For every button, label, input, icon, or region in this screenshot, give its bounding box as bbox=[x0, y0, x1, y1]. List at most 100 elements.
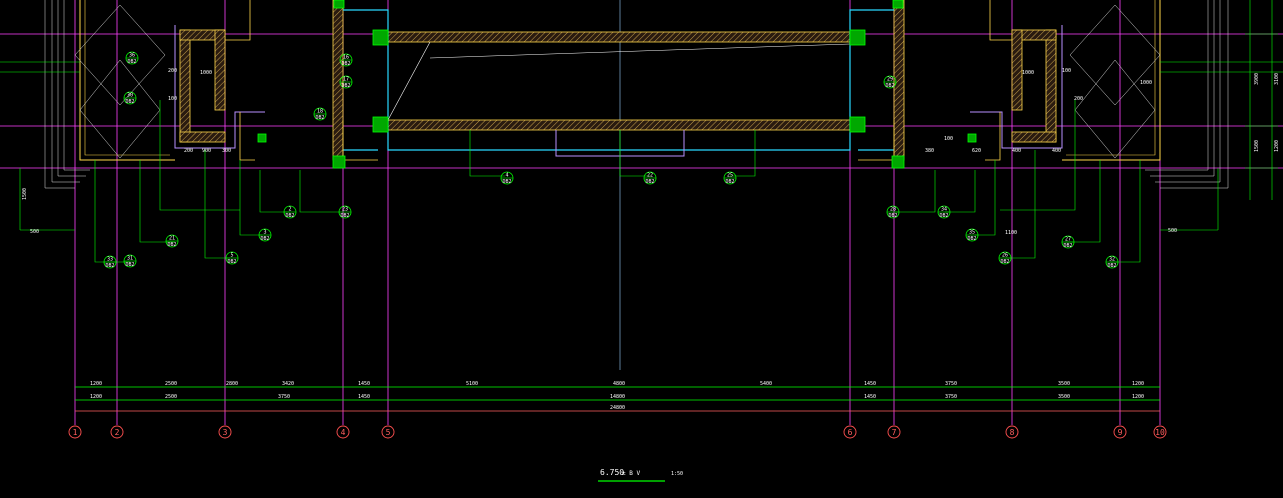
axis-bubble-7: 7 bbox=[887, 425, 901, 439]
member-tags: 31DB221DB25DB23DB22DB223DB24DB222DB225DB… bbox=[103, 51, 1119, 269]
member-tag-number: 2 bbox=[288, 207, 291, 213]
member-tag: 3DB2 bbox=[258, 228, 272, 242]
drawing-title-suffix: ± B V bbox=[622, 470, 640, 477]
member-tag: 4DB2 bbox=[500, 171, 514, 185]
dim-r1-3: 3420 bbox=[282, 381, 294, 387]
dim-r2-6: 3750 bbox=[945, 394, 957, 400]
member-tag-number: 18 bbox=[317, 109, 323, 115]
axis-bubble-1: 1 bbox=[68, 425, 82, 439]
axis-label: 10 bbox=[1155, 428, 1165, 437]
floor-plan-drawing: 1200 2500 2800 3420 1450 5100 4800 5400 … bbox=[0, 0, 1283, 482]
dim-r2-0: 1200 bbox=[90, 394, 102, 400]
drawing-title: 6.750 bbox=[600, 468, 624, 477]
member-tag-number: 4 bbox=[505, 173, 508, 179]
member-tag: 17DB2 bbox=[339, 75, 353, 89]
member-tag: 31DB2 bbox=[123, 254, 137, 268]
axis-label: 3 bbox=[223, 428, 228, 437]
local-dim-12: 200 bbox=[1074, 96, 1083, 102]
member-tag-code: DB2 bbox=[260, 236, 269, 242]
dim-r1-10: 3500 bbox=[1058, 381, 1070, 387]
local-dim-14: 100 bbox=[944, 136, 953, 142]
member-tag: 5DB2 bbox=[225, 251, 239, 265]
dim-r2-8: 1200 bbox=[1132, 394, 1144, 400]
member-tag: 32DB2 bbox=[1105, 255, 1119, 269]
member-tag-code: DB2 bbox=[1063, 243, 1072, 249]
member-tag-number: 33 bbox=[107, 257, 113, 263]
side-dim-right-1: 1500 bbox=[1254, 140, 1260, 152]
member-tag: 26DB2 bbox=[998, 251, 1012, 265]
member-tag: 27DB2 bbox=[1061, 235, 1075, 249]
local-dim-16: 500 bbox=[1168, 228, 1177, 234]
local-dim-5: 300 bbox=[222, 148, 231, 154]
axis-label: 7 bbox=[892, 428, 897, 437]
dim-r1-2: 2800 bbox=[226, 381, 238, 387]
member-tag-number: 26 bbox=[1002, 253, 1008, 259]
member-tag: 33DB2 bbox=[103, 255, 117, 269]
local-dim-0: 200 bbox=[168, 68, 177, 74]
axis-label: 1 bbox=[73, 428, 78, 437]
member-tag-number: 27 bbox=[1065, 237, 1071, 243]
member-tag-code: DB2 bbox=[315, 115, 324, 121]
member-tag-code: DB2 bbox=[227, 259, 236, 265]
dim-r1-5: 5100 bbox=[466, 381, 478, 387]
member-tag: 22DB2 bbox=[643, 171, 657, 185]
axis-label: 6 bbox=[848, 428, 853, 437]
member-tag-number: 30 bbox=[127, 93, 133, 99]
side-dim-left-0: 1500 bbox=[22, 188, 28, 200]
central-hall bbox=[332, 0, 905, 161]
dim-r1-8: 1450 bbox=[864, 381, 876, 387]
member-tag-code: DB2 bbox=[127, 59, 136, 65]
local-dim-10: 400 bbox=[1012, 148, 1021, 154]
left-tower bbox=[74, 0, 265, 161]
dimension-row-2: 1200 2500 3750 1450 14800 1450 3750 3500… bbox=[90, 394, 1144, 400]
member-tag-code: DB2 bbox=[939, 213, 948, 219]
dim-r2-1: 2500 bbox=[165, 394, 177, 400]
axis-label: 5 bbox=[386, 428, 391, 437]
dim-r2-4: 14800 bbox=[610, 394, 625, 400]
member-tag: 21DB2 bbox=[165, 234, 179, 248]
axis-bubble-5: 5 bbox=[381, 425, 395, 439]
member-tag: 36DB2 bbox=[125, 51, 139, 65]
axis-bubble-9: 9 bbox=[1113, 425, 1127, 439]
member-tag-number: 5 bbox=[230, 253, 233, 259]
dimension-row-1: 1200 2500 2800 3420 1450 5100 4800 5400 … bbox=[90, 381, 1144, 387]
member-tag-number: 35 bbox=[969, 230, 975, 236]
member-tag-number: 23 bbox=[342, 207, 348, 213]
member-tag-number: 31 bbox=[127, 256, 133, 262]
member-tag-number: 3 bbox=[263, 230, 266, 236]
member-tag-number: 34 bbox=[941, 207, 947, 213]
axis-bubble-10: 10 bbox=[1153, 425, 1167, 439]
dim-r1-11: 1200 bbox=[1132, 381, 1144, 387]
side-dim-right-2: 3100 bbox=[1274, 73, 1280, 85]
axis-label: 4 bbox=[341, 428, 346, 437]
member-tag: 34DB2 bbox=[937, 205, 951, 219]
local-dimensions: 200 1000 100 200 900 300 1000 100 400 62… bbox=[168, 68, 1177, 236]
dim-r2-2: 3750 bbox=[278, 394, 290, 400]
axis-bubble-2: 2 bbox=[110, 425, 124, 439]
drawing-scale: 1:50 bbox=[671, 471, 683, 477]
columns bbox=[257, 0, 977, 169]
member-tag: 2DB2 bbox=[283, 205, 297, 219]
member-tag-number: 22 bbox=[647, 173, 653, 179]
member-tag: 18DB2 bbox=[313, 107, 327, 121]
side-dim-left-1: 500 bbox=[30, 229, 39, 235]
member-tag-code: DB2 bbox=[125, 99, 134, 105]
member-tag-number: 21 bbox=[169, 236, 175, 242]
member-tag-number: 36 bbox=[129, 53, 135, 59]
local-dim-11: 1000 bbox=[1140, 80, 1152, 86]
right-side-dimension-lines bbox=[1245, 0, 1278, 200]
member-tag-code: DB2 bbox=[885, 83, 894, 89]
member-tag: 23DB2 bbox=[338, 205, 352, 219]
member-tag-code: DB2 bbox=[167, 242, 176, 248]
leader-lines bbox=[0, 61, 1283, 263]
member-tag-number: 25 bbox=[727, 173, 733, 179]
member-tag-code: DB2 bbox=[888, 213, 897, 219]
member-tag-code: DB2 bbox=[340, 213, 349, 219]
dim-r1-9: 3750 bbox=[945, 381, 957, 387]
axis-bubble-8: 8 bbox=[1005, 425, 1019, 439]
member-tag-code: DB2 bbox=[502, 179, 511, 185]
right-tower bbox=[970, 0, 1161, 161]
dim-overall: 24800 bbox=[610, 405, 625, 411]
member-tag-code: DB2 bbox=[1000, 259, 1009, 265]
member-tag-number: 28 bbox=[890, 207, 896, 213]
